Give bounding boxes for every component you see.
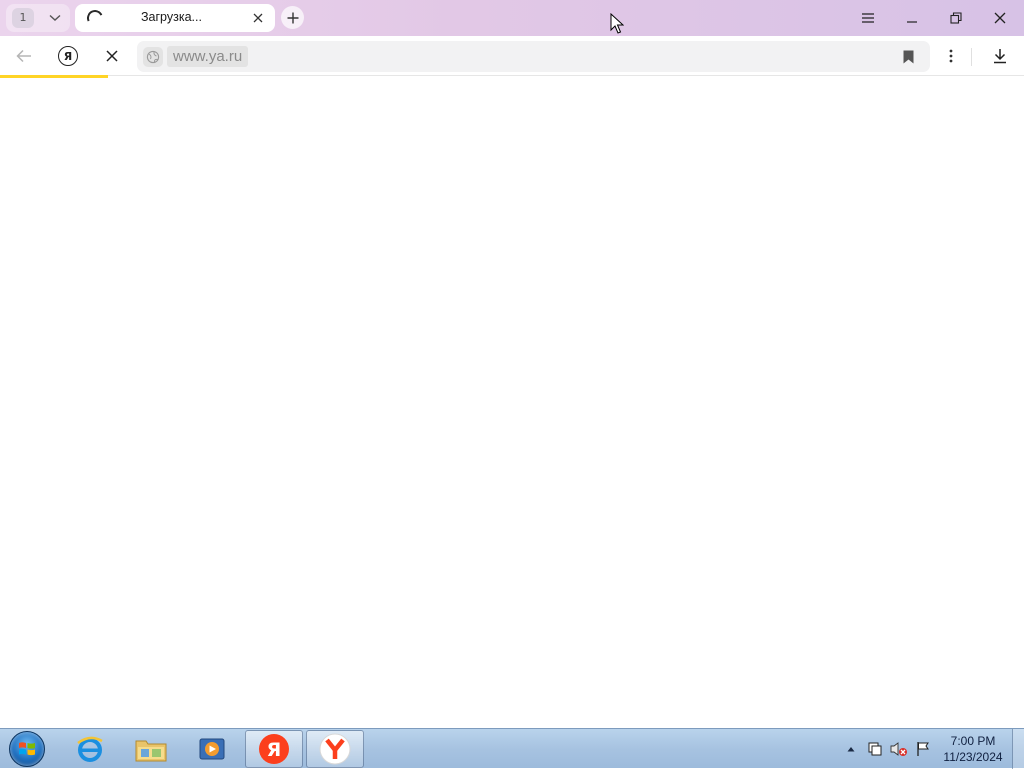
taskbar-yandex[interactable]: Я bbox=[245, 730, 303, 768]
taskbar-clock[interactable]: 7:00 PM 11/23/2024 bbox=[935, 733, 1011, 765]
restore-button[interactable] bbox=[938, 4, 974, 32]
url-text[interactable]: www.ya.ru bbox=[167, 46, 249, 67]
taskbar-yandex-browser[interactable] bbox=[306, 730, 364, 768]
plus-icon bbox=[287, 12, 298, 23]
clock-time: 7:00 PM bbox=[950, 734, 996, 748]
yandex-icon: Я bbox=[259, 734, 289, 764]
bookmark-button[interactable] bbox=[897, 46, 919, 68]
address-bar[interactable]: www.ya.ru bbox=[137, 41, 930, 72]
kebab-menu-icon bbox=[949, 49, 953, 63]
download-icon bbox=[994, 49, 1006, 64]
toolbar-divider bbox=[971, 48, 972, 66]
close-tab-icon[interactable] bbox=[249, 9, 267, 27]
tab-title: Загрузка... bbox=[141, 10, 202, 24]
mouse-cursor-icon bbox=[610, 13, 624, 34]
start-button[interactable] bbox=[7, 730, 47, 768]
page-content bbox=[0, 78, 1024, 728]
bookmark-icon bbox=[903, 50, 913, 64]
close-icon bbox=[994, 12, 1006, 24]
stop-icon bbox=[106, 50, 118, 62]
minimize-button[interactable] bbox=[894, 4, 930, 32]
arrow-left-icon bbox=[16, 49, 31, 63]
chevron-down-icon[interactable] bbox=[44, 8, 66, 28]
tab-switcher[interactable]: 1 bbox=[6, 4, 70, 32]
stop-loading-button[interactable] bbox=[98, 42, 126, 70]
action-center-icon[interactable] bbox=[866, 740, 884, 758]
windows-logo-icon bbox=[9, 731, 45, 767]
restore-icon bbox=[950, 12, 962, 24]
tray-expand-icon[interactable] bbox=[842, 740, 860, 758]
taskbar-media-player[interactable] bbox=[183, 730, 241, 768]
show-desktop-button[interactable] bbox=[1012, 729, 1024, 769]
yandex-home-button[interactable]: Я bbox=[54, 42, 82, 70]
clock-date: 11/23/2024 bbox=[943, 750, 1003, 764]
browser-menu-button[interactable] bbox=[850, 4, 886, 32]
taskbar-explorer[interactable] bbox=[122, 730, 180, 768]
browser-titlebar: 1 Загрузка... bbox=[0, 0, 1024, 36]
flag-icon[interactable] bbox=[914, 740, 932, 758]
loading-spinner-icon bbox=[84, 7, 106, 29]
network-disconnected-icon[interactable] bbox=[890, 740, 908, 758]
windows-taskbar: Я 7:00 PM 11/23/2024 bbox=[0, 728, 1024, 769]
tab-count-badge[interactable]: 1 bbox=[12, 8, 34, 28]
more-options-button[interactable] bbox=[937, 42, 965, 70]
ie-icon bbox=[77, 736, 103, 762]
yandex-browser-icon bbox=[319, 733, 351, 765]
new-tab-button[interactable] bbox=[281, 6, 304, 29]
back-button[interactable] bbox=[10, 42, 38, 70]
media-player-icon bbox=[199, 738, 225, 760]
svg-text:Я: Я bbox=[267, 739, 282, 761]
taskbar-ie[interactable] bbox=[61, 730, 119, 768]
folder-icon bbox=[135, 740, 167, 762]
yandex-logo-icon: Я bbox=[58, 46, 78, 66]
minimize-icon bbox=[907, 21, 917, 23]
downloads-button[interactable] bbox=[986, 42, 1014, 70]
browser-toolbar: Я www.ya.ru bbox=[0, 36, 1024, 76]
globe-icon[interactable] bbox=[143, 47, 163, 67]
tab-active[interactable]: Загрузка... bbox=[75, 4, 275, 32]
hamburger-icon bbox=[862, 13, 874, 23]
close-window-button[interactable] bbox=[982, 4, 1018, 32]
